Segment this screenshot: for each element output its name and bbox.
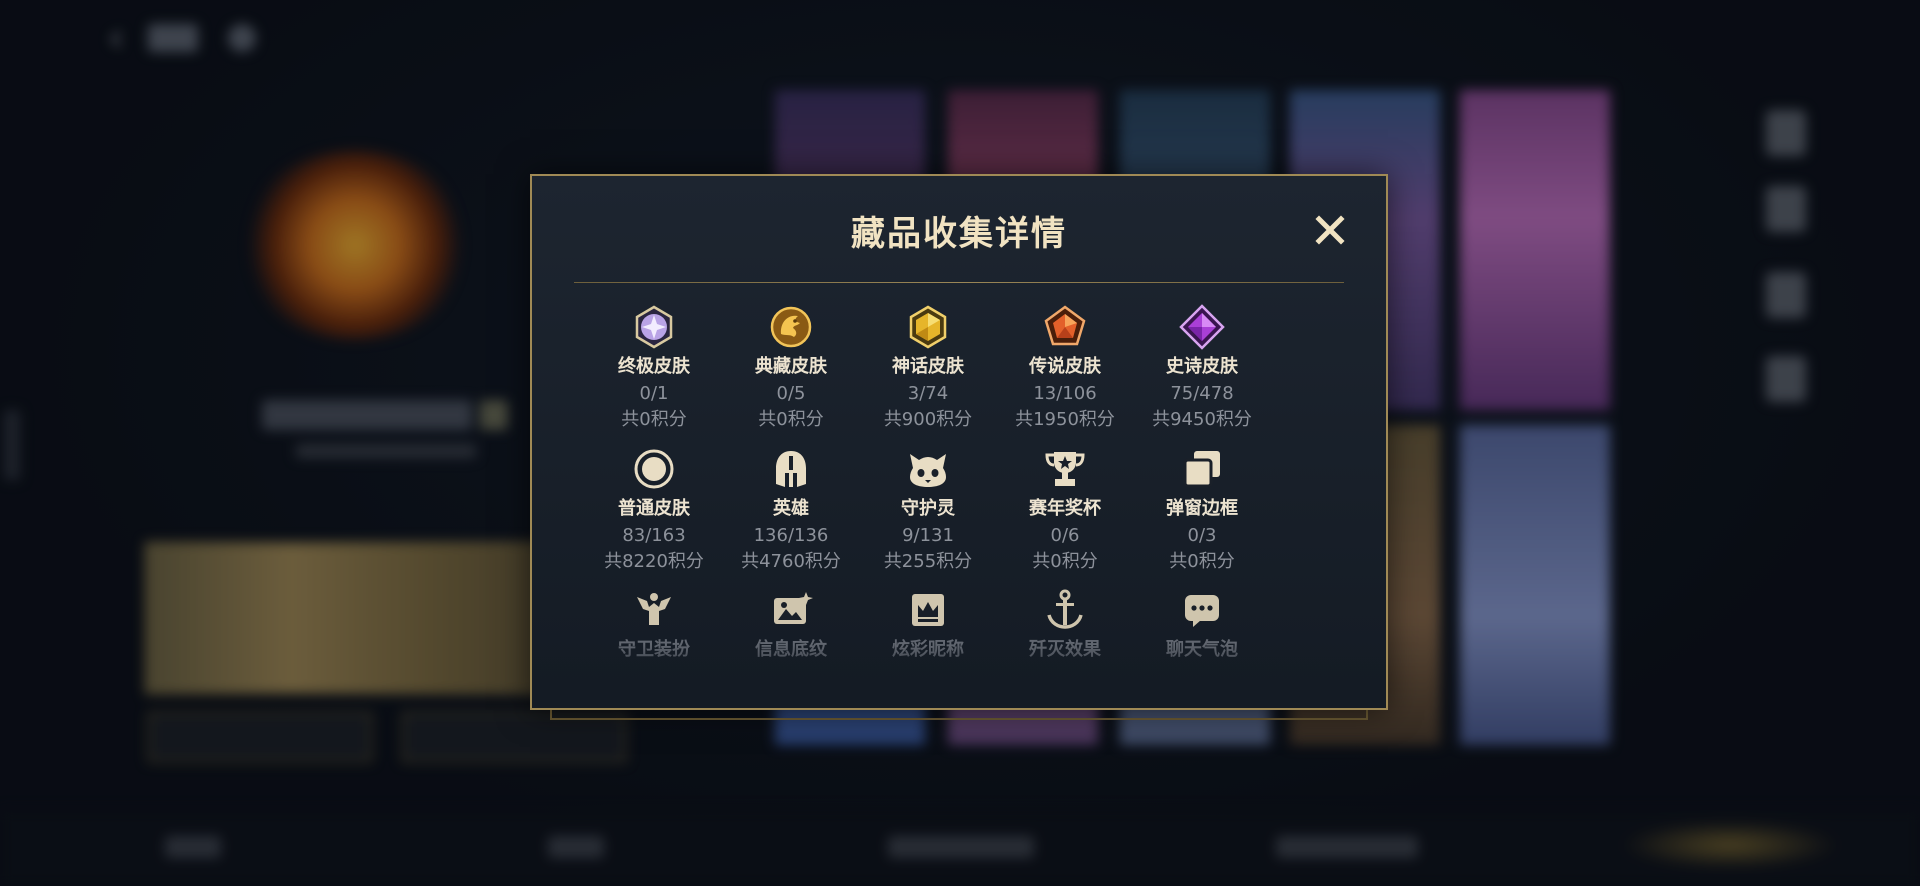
collection-item-normal-skin[interactable]: 普通皮肤 83/163 共8220积分: [584, 446, 724, 573]
item-name: 守护灵: [901, 498, 955, 519]
item-points: 共0积分: [758, 409, 824, 430]
close-button[interactable]: [1312, 212, 1348, 248]
collector-skin-dragon-icon: [768, 304, 814, 350]
item-name: 歼灭效果: [1029, 639, 1101, 660]
epic-skin-gem-icon: [1179, 304, 1225, 350]
item-name: 守卫装扮: [618, 639, 690, 660]
item-points: 共8220积分: [604, 551, 704, 572]
collection-item-guard-outfit[interactable]: 守卫装扮: [584, 587, 724, 661]
item-name: 普通皮肤: [618, 498, 690, 519]
item-count: 75/478: [1170, 383, 1234, 404]
item-name: 神话皮肤: [892, 356, 964, 377]
info-background-icon: [768, 587, 814, 633]
collection-item-ultimate-skin[interactable]: 终极皮肤 0/1 共0积分: [584, 304, 724, 431]
collection-screen: ‹ 藏品收集详情 终极皮肤 0/1 共0积分 典藏皮肤 0/5 共0积分 神话皮…: [0, 0, 1920, 886]
collection-item-info-background[interactable]: 信息底纹: [721, 587, 861, 661]
guard-outfit-icon: [631, 587, 677, 633]
item-name: 聊天气泡: [1166, 639, 1238, 660]
item-points: 共0积分: [621, 409, 687, 430]
item-count: 136/136: [753, 525, 829, 546]
normal-skin-circle-icon: [631, 446, 677, 492]
chat-bubble-icon: [1179, 587, 1225, 633]
item-name: 史诗皮肤: [1166, 356, 1238, 377]
season-trophy-icon: [1042, 446, 1088, 492]
item-points: 共0积分: [1169, 551, 1235, 572]
item-name: 弹窗边框: [1166, 498, 1238, 519]
item-count: 9/131: [902, 525, 954, 546]
item-count: 0/5: [776, 383, 806, 404]
item-name: 典藏皮肤: [755, 356, 827, 377]
close-icon: [1315, 215, 1345, 245]
modal-bottom-edge: [550, 710, 1368, 720]
collection-item-legendary-skin[interactable]: 传说皮肤 13/106 共1950积分: [995, 304, 1135, 431]
colorful-nickname-icon: [905, 587, 951, 633]
modal-title: 藏品收集详情: [851, 214, 1067, 254]
item-name: 终极皮肤: [618, 356, 690, 377]
item-name: 英雄: [773, 498, 809, 519]
ultimate-skin-gem-icon: [631, 304, 677, 350]
item-count: 3/74: [907, 383, 949, 404]
item-points: 共1950积分: [1015, 409, 1115, 430]
collection-item-kill-effect[interactable]: 歼灭效果: [995, 587, 1135, 661]
collection-item-colorful-nickname[interactable]: 炫彩昵称: [858, 587, 998, 661]
item-name: 信息底纹: [755, 639, 827, 660]
collection-item-guardian-spirit[interactable]: 守护灵 9/131 共255积分: [858, 446, 998, 573]
collection-item-hero[interactable]: 英雄 136/136 共4760积分: [721, 446, 861, 573]
collection-item-collector-skin[interactable]: 典藏皮肤 0/5 共0积分: [721, 304, 861, 431]
item-count: 83/163: [622, 525, 686, 546]
item-name: 赛年奖杯: [1029, 498, 1101, 519]
collection-item-popup-frame[interactable]: 弹窗边框 0/3 共0积分: [1132, 446, 1272, 573]
popup-frame-icon: [1179, 446, 1225, 492]
item-points: 共0积分: [1032, 551, 1098, 572]
item-count: 0/1: [639, 383, 669, 404]
item-name: 传说皮肤: [1029, 356, 1101, 377]
item-count: 0/6: [1050, 525, 1080, 546]
collection-item-season-trophy[interactable]: 赛年奖杯 0/6 共0积分: [995, 446, 1135, 573]
legendary-skin-gem-icon: [1042, 304, 1088, 350]
mythic-skin-gem-icon: [905, 304, 951, 350]
item-points: 共4760积分: [741, 551, 841, 572]
item-points: 共9450积分: [1152, 409, 1252, 430]
collection-details-modal: 藏品收集详情 终极皮肤 0/1 共0积分 典藏皮肤 0/5 共0积分 神话皮肤 …: [530, 174, 1388, 710]
collection-item-mythic-skin[interactable]: 神话皮肤 3/74 共900积分: [858, 304, 998, 431]
hero-helmet-icon: [768, 446, 814, 492]
kill-effect-icon: [1042, 587, 1088, 633]
item-name: 炫彩昵称: [892, 639, 964, 660]
item-count: 0/3: [1187, 525, 1217, 546]
title-divider: [574, 282, 1344, 283]
item-points: 共900积分: [883, 409, 973, 430]
guardian-spirit-icon: [905, 446, 951, 492]
item-count: 13/106: [1033, 383, 1097, 404]
item-points: 共255积分: [883, 551, 973, 572]
collection-item-epic-skin[interactable]: 史诗皮肤 75/478 共9450积分: [1132, 304, 1272, 431]
collection-item-chat-bubble[interactable]: 聊天气泡: [1132, 587, 1272, 661]
